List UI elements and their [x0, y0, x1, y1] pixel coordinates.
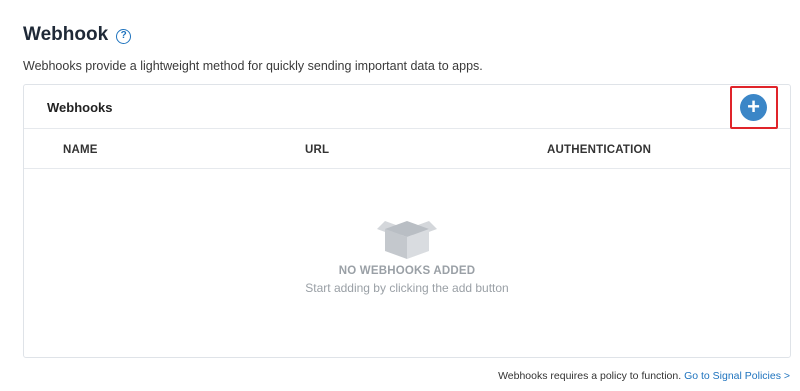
card-header: Webhooks +: [24, 85, 790, 129]
help-icon[interactable]: ?: [116, 28, 132, 44]
empty-state: NO WEBHOOKS ADDED Start adding by clicki…: [24, 215, 790, 295]
footer-note: Webhooks requires a policy to function. …: [498, 370, 790, 382]
footer-text: Webhooks requires a policy to function.: [498, 370, 682, 382]
empty-box-icon: [377, 221, 437, 259]
webhooks-card: Webhooks + NAME URL AUTHENTICATION NO WE…: [23, 84, 791, 358]
add-webhook-button[interactable]: +: [740, 94, 767, 121]
webhook-page: Webhook ? Webhooks provide a lightweight…: [0, 0, 800, 391]
column-header-name[interactable]: NAME: [63, 144, 98, 156]
signal-policies-link[interactable]: Go to Signal Policies >: [684, 370, 790, 382]
table-header: NAME URL AUTHENTICATION: [24, 129, 790, 169]
page-description: Webhooks provide a lightweight method fo…: [23, 59, 483, 73]
empty-state-subtitle: Start adding by clicking the add button: [305, 281, 509, 295]
card-title: Webhooks: [47, 100, 113, 115]
page-title: Webhook: [23, 24, 109, 45]
column-header-authentication[interactable]: AUTHENTICATION: [547, 144, 651, 156]
column-header-url[interactable]: URL: [305, 144, 329, 156]
empty-state-title: NO WEBHOOKS ADDED: [338, 265, 476, 277]
title-row: Webhook ?: [23, 24, 132, 46]
